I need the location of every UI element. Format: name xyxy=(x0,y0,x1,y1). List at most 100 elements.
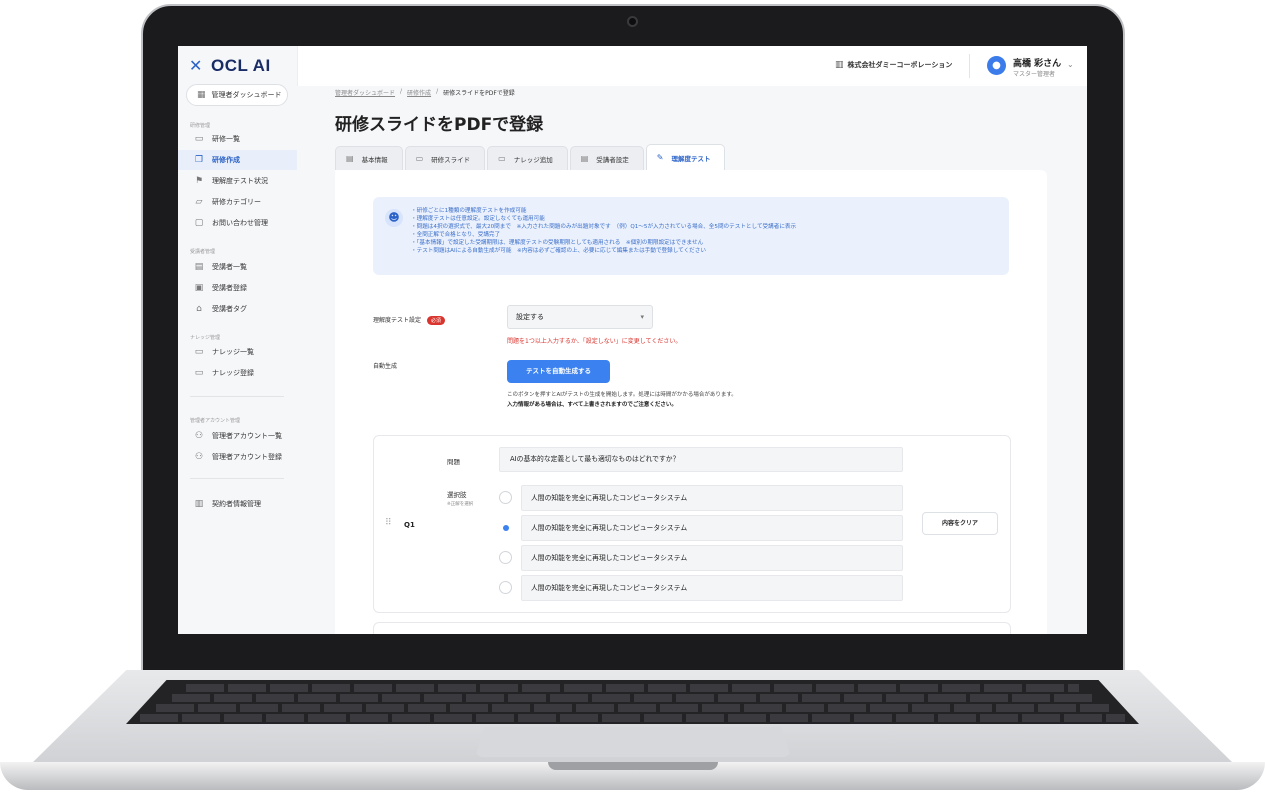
sidebar-item-trainee-tag[interactable]: ⌂ 受講者タグ xyxy=(178,299,297,319)
list-icon: ▤ xyxy=(346,154,354,163)
choice-option: 人間の知能を完全に再現したコンピュータシステム xyxy=(499,575,903,601)
choice-input[interactable]: 人間の知能を完全に再現したコンピュータシステム xyxy=(521,545,903,571)
choice-radio-selected[interactable] xyxy=(499,521,512,534)
question-number: Q1 xyxy=(404,521,415,529)
tab-slides[interactable]: ▭ 研修スライド xyxy=(404,146,486,170)
sidebar-item-training-category[interactable]: ▱ 研修カテゴリー xyxy=(178,192,297,212)
slides-icon: ▭ xyxy=(415,154,424,163)
breadcrumb-link-training-create[interactable]: 研修作成 xyxy=(407,88,431,97)
breadcrumb: 管理者ダッシュボード / 研修作成 / 研修スライドをPDFで登録 xyxy=(335,88,515,97)
sidebar-item-training-list[interactable]: ▭ 研修一覧 xyxy=(178,129,297,149)
logo-text: OCL AI xyxy=(211,56,271,75)
folder-icon: ▱ xyxy=(195,197,203,207)
question-input[interactable]: AIの基本的な定義として最も適切なものはどれですか？ xyxy=(499,447,903,472)
choice-input[interactable]: 人間の知能を完全に再現したコンピュータシステム xyxy=(521,485,903,511)
test-setting-select[interactable]: 設定する ▾ xyxy=(507,305,653,329)
grid-icon: ▦ xyxy=(197,90,206,100)
choice-input[interactable]: 人間の知能を完全に再現したコンピュータシステム xyxy=(521,515,903,541)
caret-down-icon: ▾ xyxy=(640,313,644,321)
archive-icon: ▭ xyxy=(194,347,204,357)
info-line: 全問正解で合格となり、受講完了 xyxy=(411,231,796,239)
trackpad xyxy=(475,727,791,757)
drag-handle-icon[interactable]: ⠿ xyxy=(385,518,392,528)
logo[interactable]: ✕ OCL AI xyxy=(189,56,271,76)
choice-radio[interactable] xyxy=(499,551,512,564)
tab-bar: ▤ 基本情報 ▭ 研修スライド ▭ ナレッジ追加 ▤ 受講者設定 ✎ 理解度テスト xyxy=(335,144,726,170)
id-card-icon: ▤ xyxy=(194,262,204,272)
tab-comprehension-test[interactable]: ✎ 理解度テスト xyxy=(645,144,726,170)
sidebar-item-admin-register[interactable]: ⚇ 管理者アカウント登録 xyxy=(178,447,297,467)
robot-icon: ☻ xyxy=(385,209,403,227)
building-icon: ▥ xyxy=(194,499,204,509)
user-add-icon: ⚇ xyxy=(194,452,204,462)
info-line: 「基本情報」で設定した受講期限は、理解度テストの受験期限としても適用される ※個… xyxy=(411,239,796,247)
breadcrumb-current: 研修スライドをPDFで登録 xyxy=(443,90,515,97)
info-line: 理解度テストは任意設定。設定しなくても運用可能 xyxy=(411,215,796,223)
edit-icon: ✎ xyxy=(656,153,664,162)
choice-option: 人間の知能を完全に再現したコンピュータシステム xyxy=(499,485,903,511)
sidebar-item-admin-list[interactable]: ⚇ 管理者アカウント一覧 xyxy=(178,426,297,446)
chat-icon: ▢ xyxy=(194,218,204,228)
choice-radio[interactable] xyxy=(499,491,512,504)
sidebar-item-inquiry[interactable]: ▢ お問い合わせ管理 xyxy=(178,213,297,233)
divider xyxy=(969,54,970,78)
sidebar-item-knowledge-list[interactable]: ▭ ナレッジ一覧 xyxy=(178,342,297,362)
breadcrumb-link-dashboard[interactable]: 管理者ダッシュボード xyxy=(335,88,395,97)
sidebar-item-trainee-list[interactable]: ▤ 受講者一覧 xyxy=(178,257,297,277)
archive-add-icon: ▭ xyxy=(194,368,204,378)
auto-generate-button[interactable]: テストを自動生成する xyxy=(507,360,610,383)
breadcrumb-separator: / xyxy=(400,88,403,95)
auto-gen-label: 自動生成 xyxy=(373,363,398,370)
copy-icon: ❐ xyxy=(194,155,204,165)
info-line: テスト問題はAIによる自動生成が可能 ※内容は必ずご確認の上、必要に応じて編集ま… xyxy=(411,247,796,255)
sidebar-item-training-create[interactable]: ❐ 研修作成 xyxy=(178,150,297,170)
sidebar-item-trainee-register[interactable]: ▣ 受講者登録 xyxy=(178,278,297,298)
screen: ✕ OCL AI ▦ 管理者ダッシュボード 研修管理 ▭ 研修一覧 ❐ 研修作成 ⚑… xyxy=(178,46,1087,634)
section-title: ナレッジ管理 xyxy=(190,335,221,341)
user-role: マスター管理者 xyxy=(1013,71,1056,78)
chevron-down-icon[interactable]: ⌄ xyxy=(1067,60,1074,69)
question-card-next xyxy=(373,622,1011,634)
section-title: 管理者アカウント管理 xyxy=(190,418,241,424)
sidebar-item-contract-info[interactable]: ▥ 契約者情報管理 xyxy=(178,494,297,514)
building-icon: ▥ xyxy=(835,60,844,70)
dashboard-button[interactable]: ▦ 管理者ダッシュボード xyxy=(186,84,288,106)
choice-option: 人間の知能を完全に再現したコンピュータシステム xyxy=(499,515,903,541)
divider xyxy=(190,478,284,479)
register-icon: ▣ xyxy=(194,283,204,293)
info-box: ☻ 研修ごとに1種類の理解度テストを作成可能 理解度テストは任意設定。設定しなく… xyxy=(373,197,1009,275)
section-title: 研修管理 xyxy=(190,123,211,129)
tab-trainee-settings[interactable]: ▤ 受講者設定 xyxy=(569,146,644,170)
clear-content-button[interactable]: 内容をクリア xyxy=(922,512,998,535)
required-badge: 必須 xyxy=(427,316,446,325)
sidebar-item-knowledge-register[interactable]: ▭ ナレッジ登録 xyxy=(178,363,297,383)
logo-mark-icon: ✕ xyxy=(189,56,203,75)
info-list: 研修ごとに1種類の理解度テストを作成可能 理解度テストは任意設定。設定しなくても… xyxy=(411,207,797,255)
tab-knowledge[interactable]: ▭ ナレッジ追加 xyxy=(487,146,568,170)
dashboard-label: 管理者ダッシュボード xyxy=(211,91,282,99)
archive-icon: ▭ xyxy=(498,154,506,163)
sidebar-item-test-status[interactable]: ⚑ 理解度テスト状況 xyxy=(178,171,297,191)
tab-basic-info[interactable]: ▤ 基本情報 xyxy=(335,146,403,170)
avatar[interactable]: ● xyxy=(987,56,1006,75)
test-setting-label: 理解度テスト設定 必須 xyxy=(373,315,446,325)
flag-icon: ⚑ xyxy=(194,176,204,186)
section-title: 受講者管理 xyxy=(190,249,216,255)
question-card: ⠿ Q1 問題 AIの基本的な定義として最も適切なものはどれですか？ 選択肢 ※… xyxy=(373,435,1011,613)
info-line: 研修ごとに1種類の理解度テストを作成可能 xyxy=(411,207,796,215)
auto-gen-warning: 入力情報がある場合は、すべて上書きされますのでご注意ください。 xyxy=(507,402,677,408)
keyboard xyxy=(126,680,1139,724)
main-content: 管理者ダッシュボード / 研修作成 / 研修スライドをPDFで登録 研修スライド… xyxy=(297,86,1087,634)
question-label: 問題 xyxy=(447,458,460,466)
choice-radio[interactable] xyxy=(499,581,512,594)
choices-hint: ※正解を選択 xyxy=(447,502,474,507)
sidebar: ✕ OCL AI ▦ 管理者ダッシュボード 研修管理 ▭ 研修一覧 ❐ 研修作成 ⚑… xyxy=(178,46,298,634)
user-name[interactable]: 高橋 彩さん xyxy=(1013,56,1061,69)
id-card-icon: ▤ xyxy=(580,154,589,163)
error-message: 問題を1つ以上入力するか、「設定しない」に変更してください。 xyxy=(507,338,682,345)
divider xyxy=(190,396,284,397)
choice-input[interactable]: 人間の知能を完全に再現したコンピュータシステム xyxy=(521,575,903,601)
tag-icon: ⌂ xyxy=(196,304,202,314)
page-title: 研修スライドをPDFで登録 xyxy=(335,115,544,135)
users-icon: ⚇ xyxy=(194,431,204,441)
